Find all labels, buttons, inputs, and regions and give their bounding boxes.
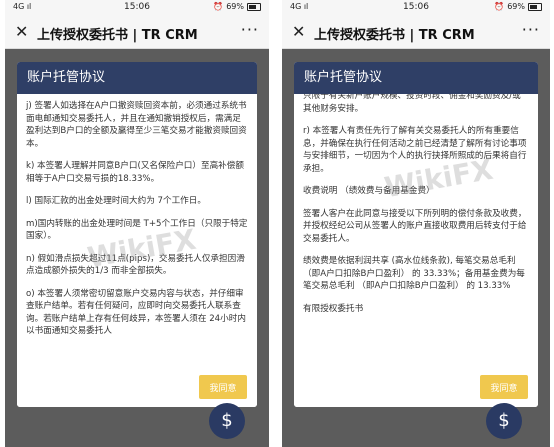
phone-screenshot-left: 4G ıl 15:06 ⏰ 69% ✕ 上传授权委托书 | TR CRM ···…: [5, 0, 269, 447]
battery-icon: [247, 2, 261, 11]
agreement-paragraph: 收费说明 （绩效费与备用基金费）: [303, 186, 435, 196]
dialog-title: 账户托管协议: [294, 62, 538, 94]
agreement-paragraph: 有限授权委托书: [303, 303, 364, 314]
battery-percent: 69%: [507, 2, 525, 11]
agreement-paragraph: 签署人客户在此同意与接受以下所列明的偿付条款及收费，并授权经纪公司从签署人的账户…: [303, 208, 527, 244]
status-right: ⏰ 69%: [213, 2, 261, 11]
phone-screenshot-right: 4G ıl 15:06 ⏰ 69% ✕ 上传授权委托书 | TR CRM ···…: [282, 0, 550, 447]
dialog-title: 账户托管协议: [17, 62, 257, 94]
alarm-icon: ⏰: [213, 2, 224, 11]
page-title: 上传授权委托书 | TR CRM: [314, 28, 475, 43]
agreement-dialog: 账户托管协议 j) 签署人如选择在A户口撤资赎回资本前，必须通过系统书面电邮通知…: [17, 62, 257, 407]
agreement-paragraph: n) 假如滑点损失超过11点(pips)，交易委托人仅承担因滑点造成额外损失的1…: [26, 253, 245, 277]
close-icon[interactable]: ✕: [15, 22, 28, 41]
agreement-text-scroll[interactable]: j) 签署人如选择在A户口撤资赎回资本前，必须通过系统书面电邮通知交易委托人，并…: [17, 94, 257, 367]
agreement-text-scroll[interactable]: 只限于有关新户账户规模、投资时段、佣金和奖励费及/或其他财务安排。 r) 本签署…: [294, 94, 538, 367]
app-title-bar: ✕ 上传授权委托书 | TR CRM ···: [282, 16, 550, 49]
agreement-paragraph: r) 本签署人有责任先行了解有关交易委托人的所有重要信息，并确保在执行任何活动之…: [303, 126, 527, 174]
dialog-footer: 我同意: [294, 367, 538, 407]
page-title: 上传授权委托书 | TR CRM: [37, 28, 198, 43]
agreement-paragraph: l) 国际汇款的出金处理时间大约为 7个工作日。: [26, 196, 206, 206]
close-icon[interactable]: ✕: [292, 22, 305, 41]
battery-icon: [528, 2, 542, 11]
more-menu-icon[interactable]: ···: [522, 20, 540, 39]
agreement-paragraph: m)国内转账的出金处理时间是 T+5个工作日（只限于特定国家）。: [26, 218, 248, 242]
dollar-icon[interactable]: $: [209, 403, 245, 439]
status-bar: 4G ıl 15:06 ⏰ 69%: [282, 0, 550, 16]
status-bar: 4G ıl 15:06 ⏰ 69%: [5, 0, 269, 16]
dollar-icon[interactable]: $: [486, 403, 522, 439]
agreement-paragraph: 只限于有关新户账户规模、投资时段、佣金和奖励费及/或其他财务安排。: [303, 94, 521, 114]
dialog-footer: 我同意: [17, 367, 257, 407]
agree-button[interactable]: 我同意: [199, 375, 247, 399]
app-title-bar: ✕ 上传授权委托书 | TR CRM ···: [5, 16, 269, 49]
agreement-paragraph: 绩效费是依据利润共享 (高水位线条款), 每笔交易总毛利 （即A户口扣除B户口盈…: [303, 256, 525, 291]
agreement-paragraph: j) 签署人如选择在A户口撤资赎回资本前，必须通过系统书面电邮通知交易委托人，并…: [26, 101, 247, 149]
agreement-paragraph: o) 本签署人须常密切留意账户交易内容与状态，并仔细审查账户结单。若有任何疑问，…: [26, 288, 246, 337]
status-right: ⏰ 69%: [494, 2, 542, 11]
more-menu-icon[interactable]: ···: [241, 20, 259, 39]
agree-button[interactable]: 我同意: [480, 375, 528, 399]
battery-percent: 69%: [226, 2, 244, 11]
alarm-icon: ⏰: [494, 2, 505, 11]
agreement-paragraph: k) 本签署人理解并同意B户口(又名保险户口）至高补偿额相等于A户口交易亏损的1…: [26, 161, 244, 184]
agreement-dialog: 账户托管协议 只限于有关新户账户规模、投资时段、佣金和奖励费及/或其他财务安排。…: [294, 62, 538, 407]
